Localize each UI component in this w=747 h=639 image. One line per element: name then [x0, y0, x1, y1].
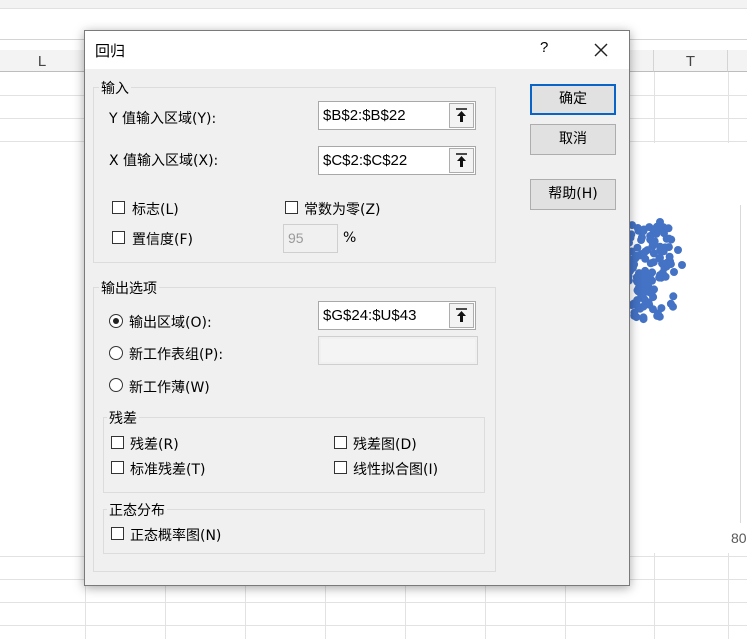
- scatter-point: [660, 263, 669, 272]
- new-sheet-radio[interactable]: [109, 346, 123, 360]
- scatter-point: [639, 227, 648, 235]
- column-header-T[interactable]: T: [654, 50, 728, 72]
- collapse-arrow-icon: [456, 108, 467, 122]
- scatter-point: [657, 304, 666, 313]
- residuals-group: [103, 417, 485, 493]
- standardized-residuals-checkbox[interactable]: [111, 461, 124, 474]
- normal-probability-label[interactable]: 正态概率图(N): [130, 525, 221, 545]
- scatter-point: [655, 312, 664, 321]
- scatter-point: [639, 313, 648, 322]
- x-range-value: $C$2:$C$22: [323, 152, 408, 169]
- scatter-point: [645, 276, 654, 285]
- line-fit-plots-label[interactable]: 线性拟合图(I): [353, 459, 438, 479]
- new-sheet-label[interactable]: 新工作表组(P):: [129, 344, 223, 364]
- close-icon[interactable]: [588, 37, 614, 63]
- scatter-point: [666, 299, 675, 308]
- scatter-point: [637, 290, 646, 299]
- scatter-point: [664, 234, 673, 243]
- y-range-label: Y 值输入区域(Y):: [109, 111, 217, 127]
- scatter-point: [674, 246, 682, 254]
- constant-zero-checkbox[interactable]: [285, 201, 298, 214]
- output-range-value: $G$24:$U$43: [323, 307, 417, 324]
- new-sheet-input: [318, 336, 478, 365]
- scatter-point: [656, 271, 664, 280]
- ok-button[interactable]: 确定: [530, 84, 616, 115]
- scatter-point: [630, 308, 639, 317]
- scatter-point: [665, 252, 674, 261]
- percent-sign: %: [343, 230, 357, 246]
- scatter-point: [656, 218, 664, 226]
- range-picker-button[interactable]: [449, 303, 474, 328]
- regression-dialog: 回归 ? 输入 Y 值输入区域(Y): $B$2:$B$22 X 值输入区域(X…: [84, 30, 630, 586]
- range-picker-button[interactable]: [449, 103, 474, 128]
- output-group-title: 输出选项: [99, 278, 159, 298]
- help-button[interactable]: 帮助(H): [530, 179, 616, 210]
- range-picker-button[interactable]: [449, 148, 474, 173]
- cancel-button[interactable]: 取消: [530, 124, 616, 155]
- output-range-input[interactable]: $G$24:$U$43: [318, 301, 476, 330]
- labels-checkbox[interactable]: [112, 201, 125, 214]
- constant-zero-label[interactable]: 常数为零(Z): [304, 199, 381, 219]
- input-group-title: 输入: [99, 78, 131, 98]
- scatter-point: [660, 244, 668, 253]
- new-workbook-radio[interactable]: [109, 378, 123, 392]
- residuals-group-title: 残差: [107, 408, 139, 428]
- normal-group-title: 正态分布: [107, 500, 167, 520]
- output-range-radio[interactable]: [109, 314, 123, 328]
- scatter-point: [678, 261, 686, 269]
- confidence-level-input: 95: [283, 224, 338, 253]
- scatter-point: [670, 268, 678, 276]
- collapse-arrow-icon: [456, 153, 467, 167]
- scatter-point: [649, 305, 657, 314]
- normal-probability-checkbox[interactable]: [111, 527, 124, 540]
- residuals-label[interactable]: 残差(R): [130, 434, 179, 454]
- residual-plots-checkbox[interactable]: [334, 436, 347, 449]
- ribbon-edge: [0, 0, 747, 9]
- labels-checkbox-label[interactable]: 标志(L): [132, 199, 179, 219]
- output-range-label[interactable]: 输出区域(O):: [129, 312, 212, 332]
- confidence-label[interactable]: 置信度(F): [132, 229, 193, 249]
- scatter-point: [651, 226, 659, 234]
- column-header-L[interactable]: L: [0, 50, 85, 72]
- new-workbook-label[interactable]: 新工作薄(W): [129, 377, 210, 397]
- scatter-point: [635, 270, 644, 279]
- confidence-checkbox[interactable]: [112, 231, 125, 244]
- scatter-point: [669, 292, 678, 301]
- scatter-point: [645, 288, 654, 297]
- scatter-point: [644, 298, 653, 307]
- x-range-label: X 值输入区域(X):: [109, 153, 219, 169]
- scatter-point: [632, 251, 640, 260]
- scatter-point: [649, 240, 658, 248]
- line-fit-plots-checkbox[interactable]: [334, 461, 347, 474]
- dialog-title: 回归: [95, 42, 126, 60]
- collapse-arrow-icon: [456, 308, 467, 322]
- residuals-checkbox[interactable]: [111, 436, 124, 449]
- residual-plots-label[interactable]: 残差图(D): [353, 434, 417, 454]
- column-header[interactable]: [728, 50, 747, 72]
- dialog-titlebar[interactable]: 回归 ?: [85, 31, 629, 69]
- scatter-point: [649, 249, 658, 258]
- y-range-value: $B$2:$B$22: [323, 107, 406, 124]
- standardized-residuals-label[interactable]: 标准残差(T): [130, 459, 205, 479]
- y-range-input[interactable]: $B$2:$B$22: [318, 101, 476, 130]
- x-range-input[interactable]: $C$2:$C$22: [318, 146, 476, 175]
- column-header[interactable]: [630, 50, 654, 72]
- help-question-button[interactable]: ?: [540, 39, 548, 56]
- confidence-value: 95: [288, 230, 304, 246]
- axis-tick-label: 80: [731, 530, 747, 546]
